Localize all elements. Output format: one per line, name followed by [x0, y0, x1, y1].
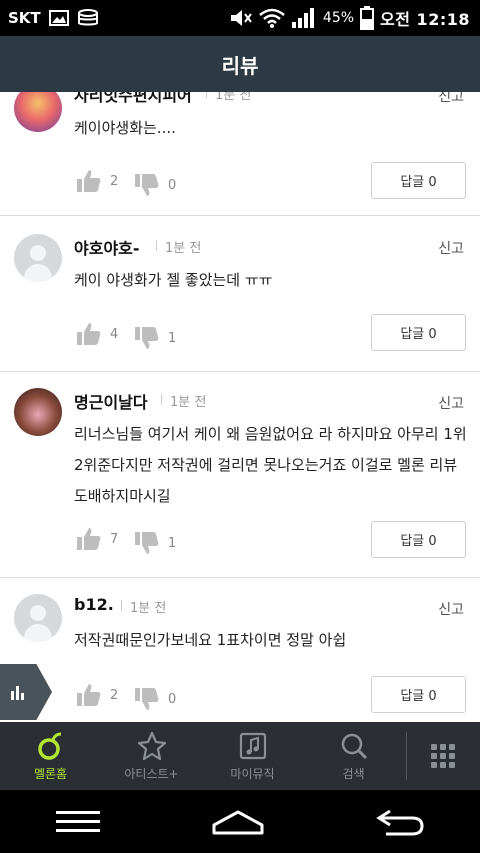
report-link[interactable]: 신고 — [438, 393, 464, 413]
storage-icon — [77, 9, 98, 26]
review-time: 1분 전 — [205, 92, 251, 103]
nav-my-music[interactable]: 마이뮤직 — [202, 722, 303, 790]
dislike-button[interactable]: 1 — [134, 530, 176, 556]
review-time: 1분 전 — [155, 237, 201, 256]
like-button[interactable]: 2 — [76, 682, 118, 708]
dislike-count: 0 — [168, 691, 177, 707]
reply-label: 답글 0 — [400, 175, 437, 190]
nav-label: 검색 — [342, 766, 365, 781]
review-item: 자리잇수편지피어 1분 전 신고 케이야생화는.... 2 0 답글 0 — [0, 92, 480, 216]
thumbs-up-icon — [77, 684, 101, 706]
avatar[interactable] — [14, 594, 62, 642]
thumbs-up-icon — [77, 323, 101, 345]
thumbs-down-icon — [135, 532, 159, 554]
reply-button[interactable]: 답글 0 — [371, 521, 466, 558]
bottom-nav: 멜론홈 아티스트+ 마이뮤직 검색 — [0, 722, 480, 790]
status-bar: SKT 45% 오전 12:18 — [0, 0, 480, 36]
reply-label: 답글 0 — [400, 689, 437, 704]
dislike-count: 1 — [168, 535, 177, 551]
thumbs-down-icon — [135, 327, 159, 349]
reply-button[interactable]: 답글 0 — [371, 314, 466, 351]
wifi-icon — [259, 8, 285, 28]
like-count: 7 — [110, 531, 119, 547]
clock: 오전 12:18 — [380, 10, 470, 29]
thumbs-down-icon — [135, 174, 159, 196]
review-item: 명근이날다 1분 전 신고 리너스님들 여기서 케이 왜 음원없어요 라 하지마… — [0, 372, 480, 578]
equalizer-icon — [11, 686, 24, 700]
avatar[interactable] — [14, 92, 62, 132]
default-avatar-body — [24, 264, 52, 282]
reviewer-name[interactable]: b12. — [74, 595, 114, 614]
thumbs-up-icon — [77, 528, 101, 550]
melon-home-icon — [37, 732, 61, 760]
dislike-button[interactable]: 0 — [134, 686, 176, 712]
avatar[interactable] — [14, 234, 62, 282]
like-count: 2 — [110, 687, 119, 703]
search-icon — [341, 733, 367, 759]
signal-icon — [291, 8, 314, 28]
default-avatar-head — [30, 605, 46, 621]
star-icon — [137, 731, 166, 760]
reviewer-name[interactable]: 명근이날다 — [74, 389, 148, 413]
like-button[interactable]: 2 — [76, 168, 118, 194]
review-item: b12. 1분 전 신고 저작권때문인가보네요 1표차이면 정말 아쉽 2 0 … — [0, 578, 480, 722]
review-content: 케이 야생화가 젤 좋았는데 ㅠㅠ — [74, 271, 273, 289]
battery-percent: 45% — [322, 10, 355, 26]
carrier-label: SKT — [8, 9, 41, 27]
reviewer-name[interactable]: 자리잇수편지피어 — [74, 92, 192, 106]
nav-melon-home[interactable]: 멜론홈 — [0, 722, 101, 790]
dislike-button[interactable]: 0 — [134, 172, 176, 198]
report-link[interactable]: 신고 — [438, 238, 464, 258]
reply-label: 답글 0 — [400, 534, 437, 549]
default-avatar-body — [24, 624, 52, 642]
back-icon[interactable] — [376, 808, 424, 836]
default-avatar-head — [30, 245, 46, 261]
reply-button[interactable]: 답글 0 — [371, 676, 466, 713]
thumbs-up-icon — [77, 170, 101, 192]
nav-label: 아티스트+ — [124, 766, 179, 781]
nav-search[interactable]: 검색 — [303, 722, 404, 790]
thumbs-down-icon — [135, 688, 159, 710]
mute-icon — [230, 10, 252, 26]
nav-label: 멜론홈 — [33, 766, 68, 781]
review-content: 리너스님들 여기서 케이 왜 음원없어요 라 하지마요 아무리 1위2위준다지만… — [74, 425, 467, 505]
review-content: 케이야생화는.... — [74, 119, 176, 137]
avatar[interactable] — [14, 388, 62, 436]
menu-icon[interactable] — [56, 809, 100, 835]
review-time: 1분 전 — [120, 597, 166, 616]
nav-artist-plus[interactable]: 아티스트+ — [101, 722, 202, 790]
review-item: 야호야호- 1분 전 신고 케이 야생화가 젤 좋았는데 ㅠㅠ 4 1 답글 0 — [0, 216, 480, 372]
like-count: 4 — [110, 326, 119, 342]
reply-button[interactable]: 답글 0 — [371, 162, 466, 199]
review-content: 저작권때문인가보네요 1표차이면 정말 아쉽 — [74, 631, 347, 649]
app-header: 리뷰 — [0, 36, 480, 92]
reply-label: 답글 0 — [400, 327, 437, 342]
nav-all-menu[interactable] — [407, 722, 479, 790]
music-note-icon — [239, 732, 266, 759]
gallery-icon — [48, 10, 69, 26]
system-nav-bar — [0, 790, 480, 853]
page-title: 리뷰 — [221, 53, 259, 78]
dislike-button[interactable]: 1 — [134, 325, 176, 351]
dislike-count: 1 — [168, 330, 177, 346]
like-count: 2 — [110, 173, 119, 189]
grid-menu-icon — [431, 744, 455, 768]
review-time: 1분 전 — [160, 391, 206, 410]
reviewer-name[interactable]: 야호야호- — [74, 235, 140, 259]
review-list[interactable]: 자리잇수편지피어 1분 전 신고 케이야생화는.... 2 0 답글 0 야호야… — [0, 92, 480, 722]
dislike-count: 0 — [168, 177, 177, 193]
battery-icon — [360, 6, 375, 30]
report-link[interactable]: 신고 — [438, 599, 464, 619]
like-button[interactable]: 4 — [76, 321, 118, 347]
home-icon[interactable] — [212, 809, 264, 835]
nav-label: 마이뮤직 — [230, 766, 275, 781]
like-button[interactable]: 7 — [76, 526, 118, 552]
report-link[interactable]: 신고 — [438, 92, 464, 106]
